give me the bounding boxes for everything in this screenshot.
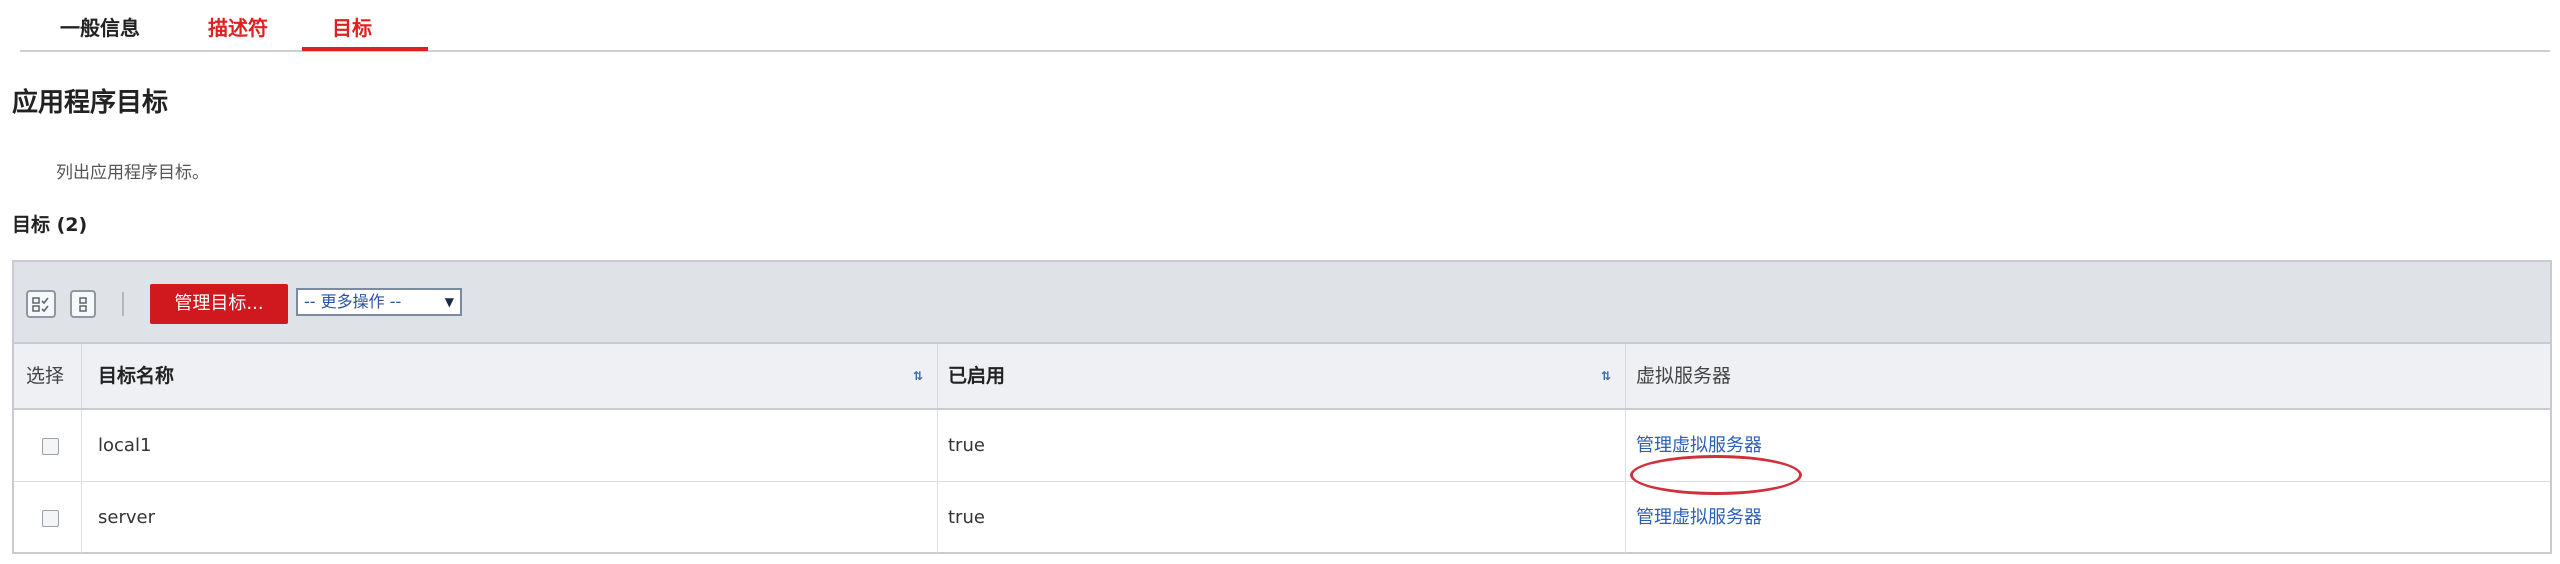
virtual-servers-cell: 管理虚拟服务器 [1626,482,2550,553]
table-header: 选择 目标名称 ⇅ 已启用 ⇅ 虚拟服务器 [14,344,2550,410]
manage-virtual-servers-link[interactable]: 管理虚拟服务器 [1630,435,1802,495]
page-title: 应用程序目标 [12,88,169,118]
table-row: server true 管理虚拟服务器 [14,482,2550,554]
tab-general-info[interactable]: 一般信息 [60,12,140,41]
target-name-cell: local1 [82,410,938,481]
header-enabled[interactable]: 已启用 ⇅ [938,344,1626,408]
enabled-cell: true [938,410,1626,481]
row-checkbox[interactable] [42,438,59,455]
page-description: 列出应用程序目标。 [56,163,209,183]
tab-descriptor[interactable]: 描述符 [208,12,268,41]
deselect-all-icon[interactable] [70,290,96,318]
header-virtual-servers: 虚拟服务器 [1636,365,1732,387]
toolbar-separator [122,292,124,316]
targets-section-title: 目标 (2) [12,214,88,236]
select-cell [14,482,82,553]
target-name-cell: server [82,482,938,553]
enabled-cell: true [938,482,1626,553]
sort-icon[interactable]: ⇅ [913,344,923,408]
tab-bar: 一般信息 描述符 目标 [20,0,2550,52]
header-target-name-label: 目标名称 [98,365,175,387]
header-select: 选择 [14,344,82,408]
manage-virtual-servers-link[interactable]: 管理虚拟服务器 [1636,507,1762,528]
manage-targets-button[interactable]: 管理目标... [150,284,288,324]
header-enabled-label: 已启用 [948,365,1006,387]
select-all-icon[interactable] [26,290,56,318]
manage-virtual-servers-label: 管理虚拟服务器 [1636,435,1762,456]
sort-icon[interactable]: ⇅ [1601,344,1611,408]
header-target-name[interactable]: 目标名称 ⇅ [82,344,938,408]
more-actions-select[interactable]: -- 更多操作 -- ▼ [296,288,462,316]
active-tab-indicator [302,47,428,51]
table-row: local1 true 管理虚拟服务器 [14,410,2550,495]
tab-targets[interactable]: 目标 [332,12,372,41]
select-cell [14,410,82,481]
more-actions-label: -- 更多操作 -- [304,292,402,311]
dropdown-arrow-icon: ▼ [444,295,454,309]
targets-table: 管理目标... -- 更多操作 -- ▼ 选择 目标名称 ⇅ 已启用 ⇅ 虚拟服… [12,260,2552,554]
virtual-servers-cell: 管理虚拟服务器 [1626,410,2550,495]
table-toolbar: 管理目标... -- 更多操作 -- ▼ [14,262,2550,344]
row-checkbox[interactable] [42,510,59,527]
